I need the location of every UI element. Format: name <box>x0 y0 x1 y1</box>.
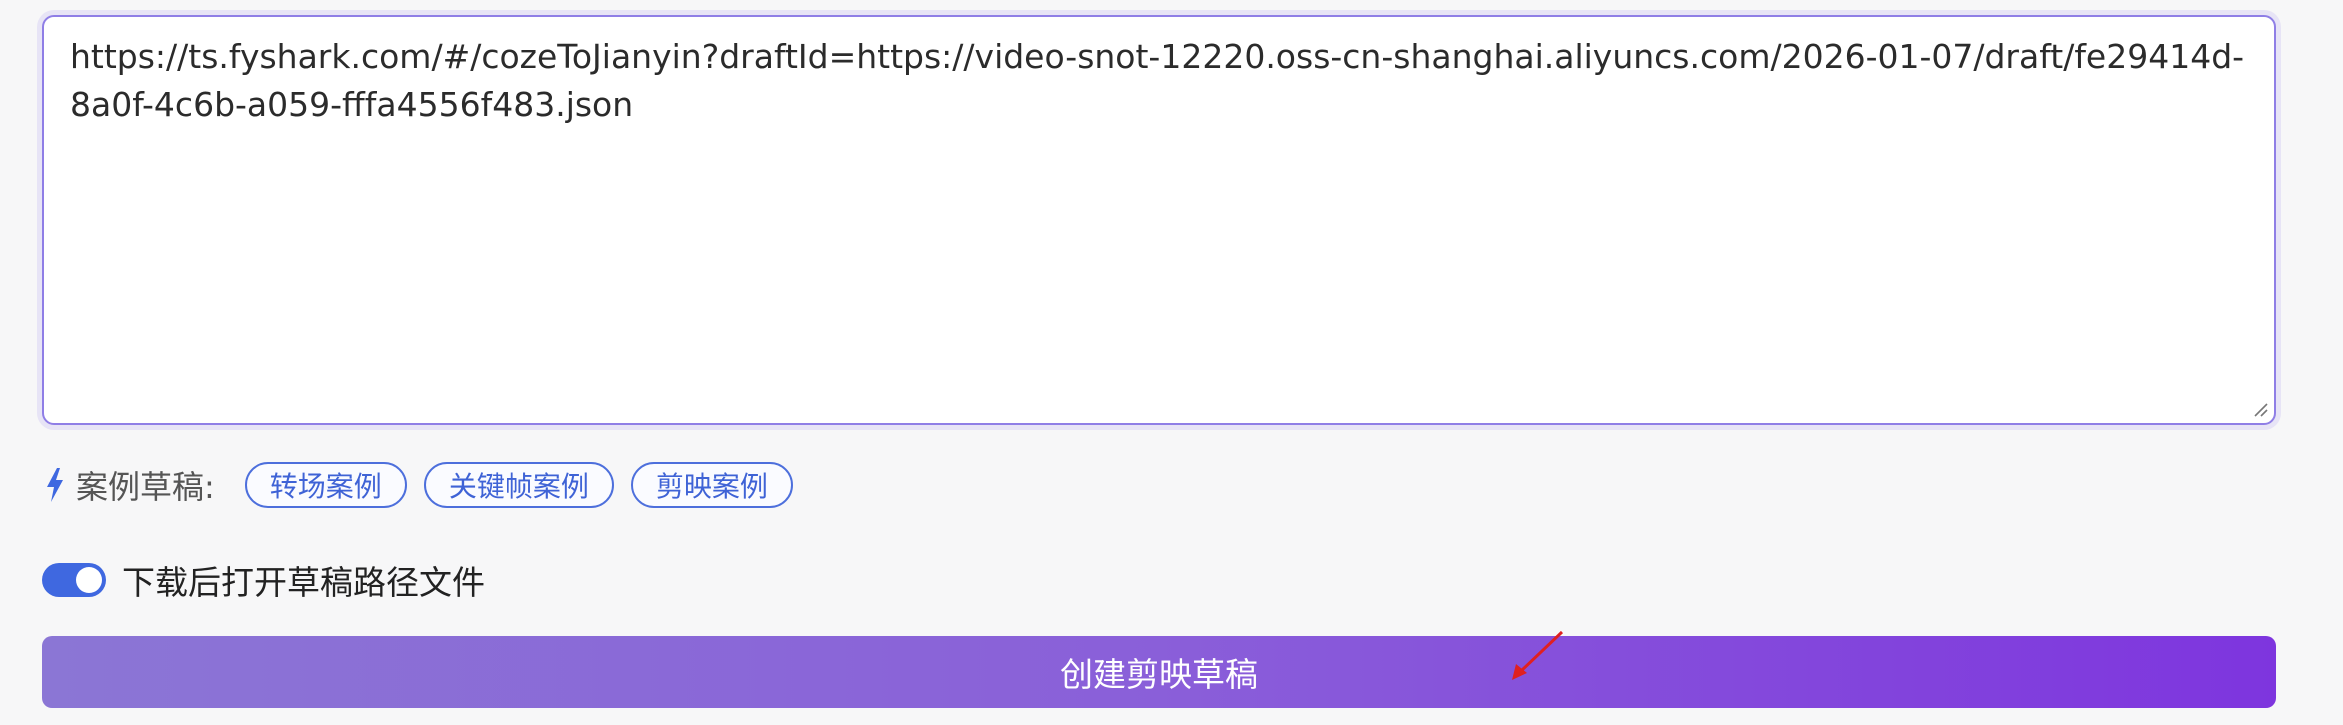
open-after-download-toggle[interactable] <box>42 563 106 597</box>
draft-url-text: https://ts.fyshark.com/#/cozeToJianyin?d… <box>70 37 2245 124</box>
toggle-knob <box>76 567 102 593</box>
lightning-icon <box>47 468 63 502</box>
example-drafts-row: 案例草稿: 转场案例 关键帧案例 剪映案例 <box>44 460 810 510</box>
example-chip-label: 关键帧案例 <box>448 470 589 503</box>
create-draft-button[interactable]: 创建剪映草稿 <box>42 636 2276 708</box>
open-after-download-row: 下载后打开草稿路径文件 <box>42 556 485 604</box>
example-chip-transition[interactable]: 转场案例 <box>244 462 407 508</box>
create-draft-button-label: 创建剪映草稿 <box>1060 655 1258 694</box>
draft-url-input[interactable]: https://ts.fyshark.com/#/cozeToJianyin?d… <box>42 15 2276 425</box>
example-chip-keyframe[interactable]: 关键帧案例 <box>423 462 614 508</box>
resize-handle-icon[interactable] <box>2250 399 2268 417</box>
example-chip-label: 剪映案例 <box>655 470 768 503</box>
open-after-download-label: 下载后打开草稿路径文件 <box>122 563 485 602</box>
example-chip-jianying[interactable]: 剪映案例 <box>630 462 793 508</box>
example-drafts-label: 案例草稿: <box>76 468 215 506</box>
draft-creator-panel: https://ts.fyshark.com/#/cozeToJianyin?d… <box>0 0 2343 725</box>
example-chip-label: 转场案例 <box>269 470 382 503</box>
